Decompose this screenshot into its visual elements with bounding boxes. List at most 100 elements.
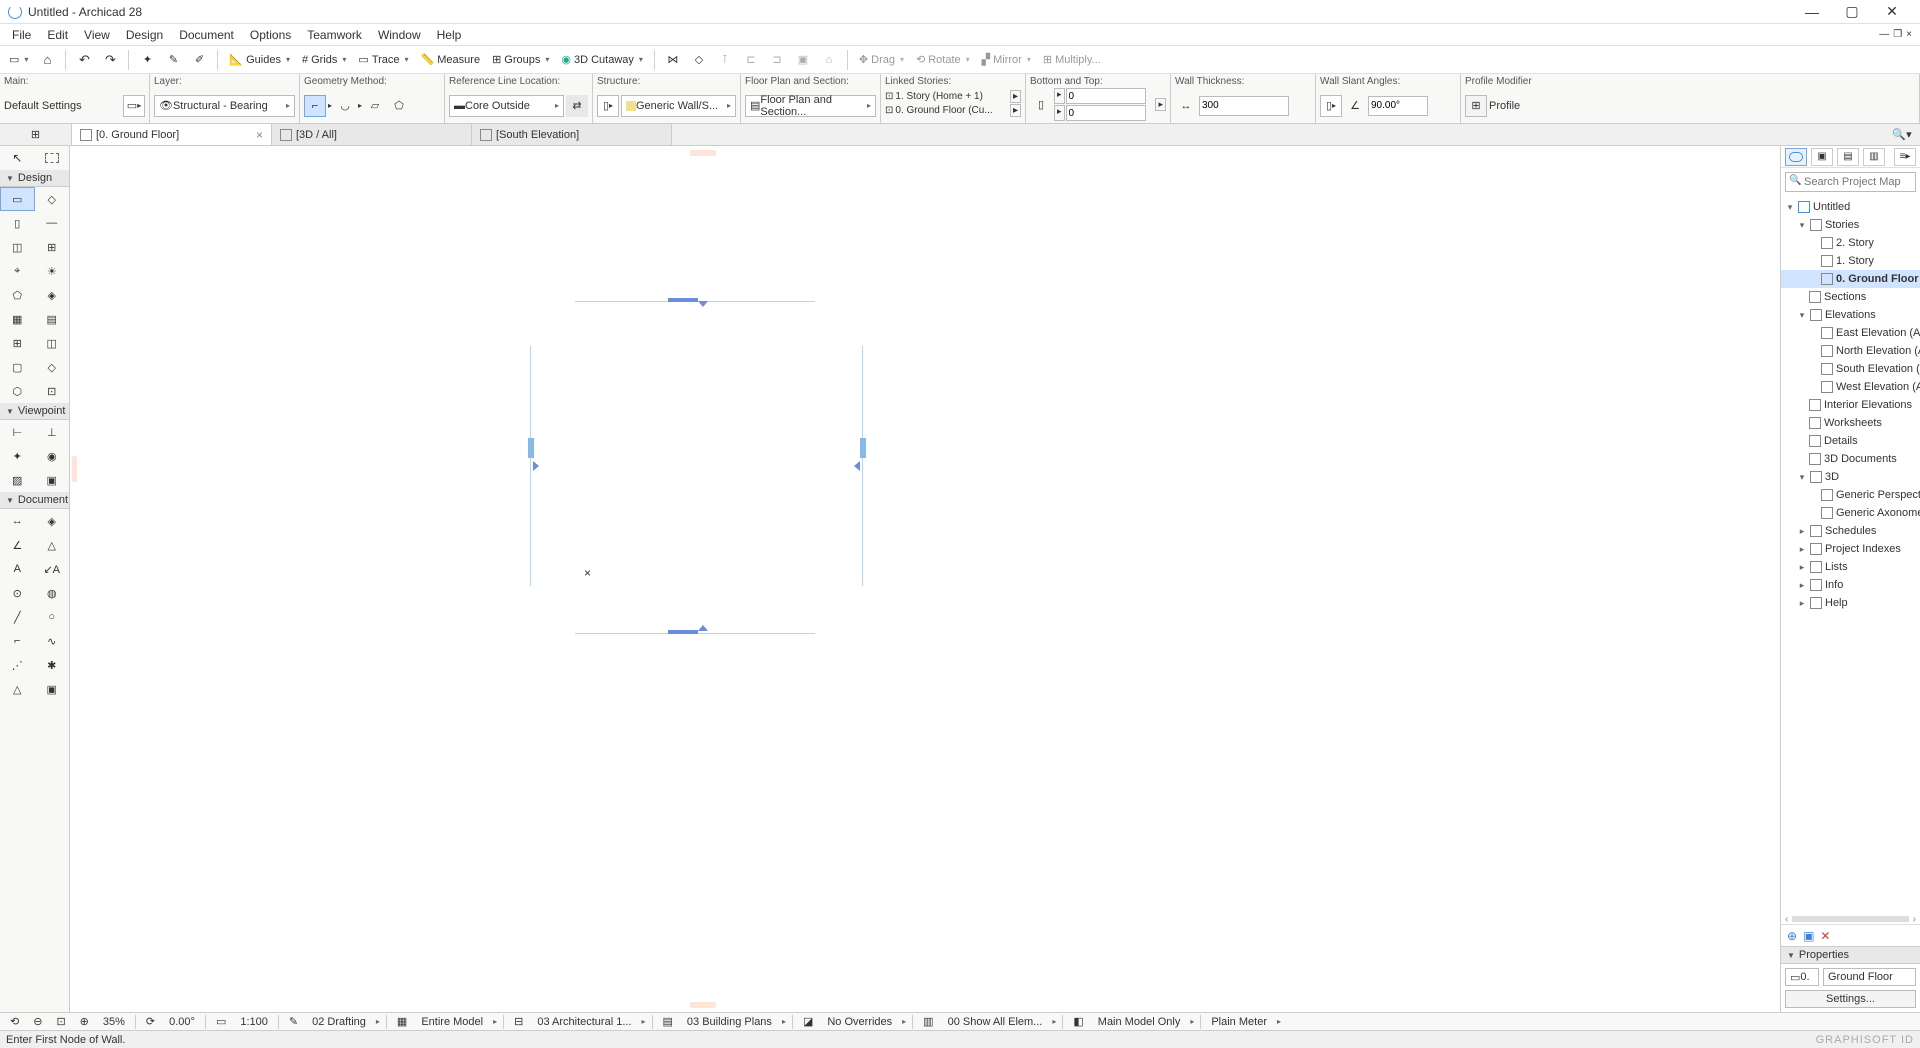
measure-button[interactable]: 📏 Measure (416, 49, 486, 71)
zoom-out-icon[interactable]: ⊖ (29, 1015, 46, 1028)
tree-sections[interactable]: Sections (1781, 288, 1920, 306)
thickness-input[interactable] (1199, 96, 1289, 116)
tree-elevations[interactable]: ▾Elevations (1781, 306, 1920, 324)
layer-dropdown[interactable]: 👁 Structural - Bearing ▸ (154, 95, 295, 117)
delete-viewpoint-icon[interactable]: ✕ (1820, 929, 1830, 943)
refline-dropdown[interactable]: ▬ Core Outside ▸ (449, 95, 564, 117)
tree-3d[interactable]: ▾3D (1781, 468, 1920, 486)
pick-button[interactable]: ✦ (135, 49, 159, 71)
morph-tool[interactable]: ⊡ (35, 379, 70, 403)
geom-trapezoid-icon[interactable]: ▱ (364, 95, 386, 117)
linked-story-1[interactable]: 1. Story (Home + 1) (895, 91, 1008, 102)
mirror-button[interactable]: ▞ Mirror▾ (977, 49, 1036, 71)
structure-type-icon[interactable]: ▯▸ (597, 95, 619, 117)
slab-tool[interactable]: ◇ (35, 187, 69, 211)
structure-dropdown[interactable]: Generic Wall/S...▸ (621, 95, 736, 117)
settings-button[interactable]: Settings... (1785, 990, 1916, 1008)
tree-hscroll[interactable]: ‹› (1781, 914, 1920, 924)
tab-south-elevation[interactable]: [South Elevation] (472, 124, 672, 145)
tree-root[interactable]: ▾Untitled (1781, 198, 1920, 216)
trace-button[interactable]: ▭ Trace▾ (353, 49, 413, 71)
angle-tool[interactable]: △ (35, 533, 70, 557)
tree-help[interactable]: ▸Help (1781, 594, 1920, 612)
guides-button[interactable]: 📐 Guides▾ (224, 49, 295, 71)
minimize-button[interactable]: — (1792, 0, 1832, 24)
model-icon[interactable]: ▦ (393, 1015, 411, 1028)
change-tool[interactable]: △ (0, 677, 35, 701)
properties-header[interactable]: Properties (1781, 946, 1920, 964)
undo-button[interactable] (72, 49, 96, 71)
ruler-handle-left[interactable] (72, 456, 77, 482)
toolbox-viewpoint-header[interactable]: Viewpoint (0, 403, 69, 420)
brand-label[interactable]: GRAPHISOFT ID (1816, 1034, 1914, 1046)
level-tool[interactable]: ◈ (35, 509, 70, 533)
ruler-handle-top[interactable] (690, 150, 716, 156)
roof-tool[interactable]: ⬠ (0, 283, 35, 307)
mvo-value[interactable]: Main Model Only (1094, 1016, 1185, 1028)
camera-tool[interactable]: ◉ (35, 444, 70, 468)
shell-tool[interactable]: ◈ (35, 283, 70, 307)
railing-tool[interactable]: ☀ (35, 259, 70, 283)
tree-3ddocs[interactable]: 3D Documents (1781, 450, 1920, 468)
magic-wand-button[interactable]: ✐ (187, 49, 211, 71)
scale-value[interactable]: 1:100 (236, 1016, 272, 1028)
tree-lists[interactable]: ▸Lists (1781, 558, 1920, 576)
navigator-options-icon[interactable]: ≡▸ (1894, 148, 1916, 166)
tree-perspective[interactable]: Generic Perspective (1781, 486, 1920, 504)
drag-button[interactable]: ✥ Drag▾ (854, 49, 909, 71)
search-input[interactable] (1785, 172, 1916, 192)
drawing-tool[interactable]: ▣ (35, 677, 70, 701)
stair-tool[interactable]: ⌖ (0, 259, 35, 283)
view-map-tab[interactable]: ▣ (1811, 148, 1833, 166)
edit-1-icon[interactable]: ◇ (687, 49, 711, 71)
floorplan-dropdown[interactable]: ▤ Floor Plan and Section...▸ (745, 95, 876, 117)
geom-curved-icon[interactable]: ◡ (334, 95, 356, 117)
inject-button[interactable]: ✎ (161, 49, 185, 71)
quick-options-icon[interactable]: 🔍▾ (1884, 124, 1920, 145)
refline-flip-icon[interactable]: ⇄ (566, 95, 588, 117)
text-tool[interactable]: A (0, 557, 35, 581)
tab-3d[interactable]: [3D / All] (272, 124, 472, 145)
tree-elev-north[interactable]: North Elevation (Auto- (1781, 342, 1920, 360)
tree-story-1[interactable]: 1. Story (1781, 252, 1920, 270)
project-map-tab[interactable] (1785, 148, 1807, 166)
bottom-input[interactable] (1066, 105, 1146, 121)
angle-value[interactable]: 0.00° (165, 1016, 199, 1028)
orientation-icon[interactable]: ⟳ (142, 1015, 159, 1028)
drawing-canvas[interactable]: × (70, 146, 1780, 1012)
bottomtop-more[interactable]: ▸ (1155, 98, 1166, 111)
ruler-handle-bottom[interactable] (690, 1002, 716, 1008)
new-viewpoint-icon[interactable]: ⊕ (1787, 929, 1797, 943)
skylight-tool[interactable]: ▦ (0, 307, 35, 331)
arrow-tool[interactable] (0, 146, 35, 170)
rotate-button[interactable]: ⟲ Rotate▾ (911, 49, 975, 71)
fill-tool[interactable]: ◍ (35, 581, 70, 605)
worksheet-tool[interactable]: ▨ (0, 468, 35, 492)
mdi-close[interactable]: × (1906, 29, 1912, 40)
menu-design[interactable]: Design (118, 26, 171, 44)
linked-story-0[interactable]: 0. Ground Floor (Cu... (895, 105, 1008, 116)
door-tool[interactable]: ◫ (0, 235, 35, 259)
radial-tool[interactable]: ∠ (0, 533, 35, 557)
tree-elev-east[interactable]: East Elevation (Auto-re (1781, 324, 1920, 342)
viewset-icon[interactable]: ⊟ (510, 1015, 527, 1028)
viewset-value[interactable]: 03 Architectural 1... (533, 1016, 635, 1028)
menu-teamwork[interactable]: Teamwork (299, 26, 370, 44)
dim-tool[interactable]: ↔ (0, 509, 35, 533)
line-tool[interactable]: ╱ (0, 605, 35, 629)
tree-story-0[interactable]: 0. Ground Floor (1781, 270, 1920, 288)
edit-5-icon[interactable]: ▣ (791, 49, 815, 71)
layout-book-tab[interactable]: ▤ (1837, 148, 1859, 166)
edit-2-icon[interactable]: ⊺ (713, 49, 737, 71)
geom-straight-icon[interactable]: ⌐ (304, 95, 326, 117)
tree-worksheets[interactable]: Worksheets (1781, 414, 1920, 432)
section-tool[interactable]: ⊢ (0, 420, 35, 444)
curtainwall-tool[interactable]: ▤ (35, 307, 70, 331)
tree-elev-south[interactable]: South Elevation (Auto- (1781, 360, 1920, 378)
tree-elev-west[interactable]: West Elevation (Auto-r (1781, 378, 1920, 396)
elevation-tool[interactable]: ⊥ (35, 420, 70, 444)
mvo-icon[interactable]: ◧ (1069, 1015, 1087, 1028)
tree-axonometry[interactable]: Generic Axonometry (1781, 504, 1920, 522)
polyline-tool[interactable]: ⌐ (0, 629, 35, 653)
lamp-tool[interactable]: ◇ (35, 355, 70, 379)
